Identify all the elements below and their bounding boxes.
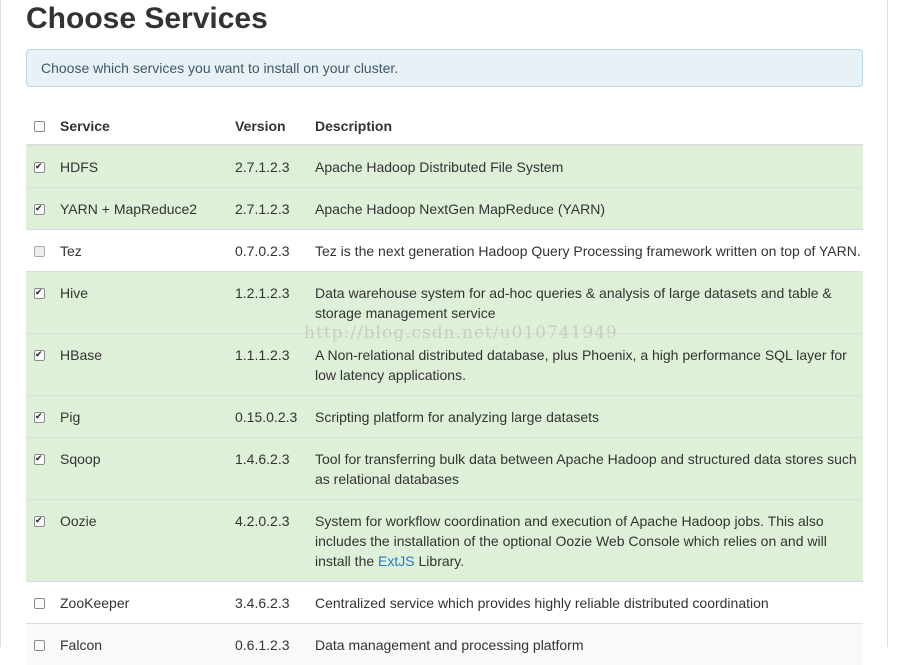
service-version: 2.7.1.2.3 — [235, 188, 315, 230]
service-description: Data management and processing platform — [315, 624, 863, 665]
service-name: HBase — [60, 334, 235, 396]
service-name: Falcon — [60, 624, 235, 665]
description-column-header[interactable]: Description — [315, 106, 863, 145]
service-name: Sqoop — [60, 438, 235, 500]
service-row-yarn[interactable]: YARN + MapReduce2 2.7.1.2.3 Apache Hadoo… — [26, 188, 863, 230]
service-description: System for workflow coordination and exe… — [315, 500, 863, 582]
oozie-description-suffix: Library. — [415, 553, 465, 569]
table-header-row: Service Version Description — [26, 106, 863, 145]
service-version: 1.1.1.2.3 — [235, 334, 315, 396]
service-row-hbase[interactable]: HBase 1.1.1.2.3 A Non-relational distrib… — [26, 334, 863, 396]
service-description: Tez is the next generation Hadoop Query … — [315, 230, 863, 272]
service-row-pig[interactable]: Pig 0.15.0.2.3 Scripting platform for an… — [26, 396, 863, 438]
service-description: Data warehouse system for ad-hoc queries… — [315, 272, 863, 334]
service-name: HDFS — [60, 145, 235, 188]
service-version: 2.7.1.2.3 — [235, 145, 315, 188]
service-description: A Non-relational distributed database, p… — [315, 334, 863, 396]
service-version: 4.2.0.2.3 — [235, 500, 315, 582]
service-column-header[interactable]: Service — [60, 106, 235, 145]
services-table: Service Version Description HDFS 2.7.1.2… — [26, 106, 863, 665]
service-row-oozie[interactable]: Oozie 4.2.0.2.3 System for workflow coor… — [26, 500, 863, 582]
service-name: Pig — [60, 396, 235, 438]
service-version: 0.6.1.2.3 — [235, 624, 315, 665]
service-name: Oozie — [60, 500, 235, 582]
service-name: ZooKeeper — [60, 582, 235, 624]
service-description: Centralized service which provides highl… — [315, 582, 863, 624]
service-version: 1.4.6.2.3 — [235, 438, 315, 500]
service-version: 1.2.1.2.3 — [235, 272, 315, 334]
service-row-falcon[interactable]: Falcon 0.6.1.2.3 Data management and pro… — [26, 624, 863, 665]
version-column-header[interactable]: Version — [235, 106, 315, 145]
service-name: YARN + MapReduce2 — [60, 188, 235, 230]
tez-checkbox[interactable] — [34, 246, 45, 257]
hive-checkbox[interactable] — [34, 288, 45, 299]
service-description: Scripting platform for analyzing large d… — [315, 396, 863, 438]
service-description: Tool for transferring bulk data between … — [315, 438, 863, 500]
hdfs-checkbox[interactable] — [34, 162, 45, 173]
zookeeper-checkbox[interactable] — [34, 598, 45, 609]
service-row-tez[interactable]: Tez 0.7.0.2.3 Tez is the next generation… — [26, 230, 863, 272]
service-version: 0.7.0.2.3 — [235, 230, 315, 272]
service-version: 3.4.6.2.3 — [235, 582, 315, 624]
sqoop-checkbox[interactable] — [34, 454, 45, 465]
falcon-checkbox[interactable] — [34, 640, 45, 651]
service-row-hive[interactable]: Hive 1.2.1.2.3 Data warehouse system for… — [26, 272, 863, 334]
extjs-link[interactable]: ExtJS — [378, 553, 415, 569]
oozie-checkbox[interactable] — [34, 516, 45, 527]
service-description: Apache Hadoop NextGen MapReduce (YARN) — [315, 188, 863, 230]
pig-checkbox[interactable] — [34, 412, 45, 423]
page-title: Choose Services — [26, 0, 268, 38]
hbase-checkbox[interactable] — [34, 350, 45, 361]
service-name: Hive — [60, 272, 235, 334]
service-row-zookeeper[interactable]: ZooKeeper 3.4.6.2.3 Centralized service … — [26, 582, 863, 624]
service-row-hdfs[interactable]: HDFS 2.7.1.2.3 Apache Hadoop Distributed… — [26, 145, 863, 188]
yarn-checkbox[interactable] — [34, 204, 45, 215]
select-all-checkbox[interactable] — [34, 121, 45, 132]
select-all-cell — [26, 106, 60, 145]
service-description: Apache Hadoop Distributed File System — [315, 145, 863, 188]
service-version: 0.15.0.2.3 — [235, 396, 315, 438]
service-row-sqoop[interactable]: Sqoop 1.4.6.2.3 Tool for transferring bu… — [26, 438, 863, 500]
service-name: Tez — [60, 230, 235, 272]
info-alert: Choose which services you want to instal… — [26, 49, 863, 87]
